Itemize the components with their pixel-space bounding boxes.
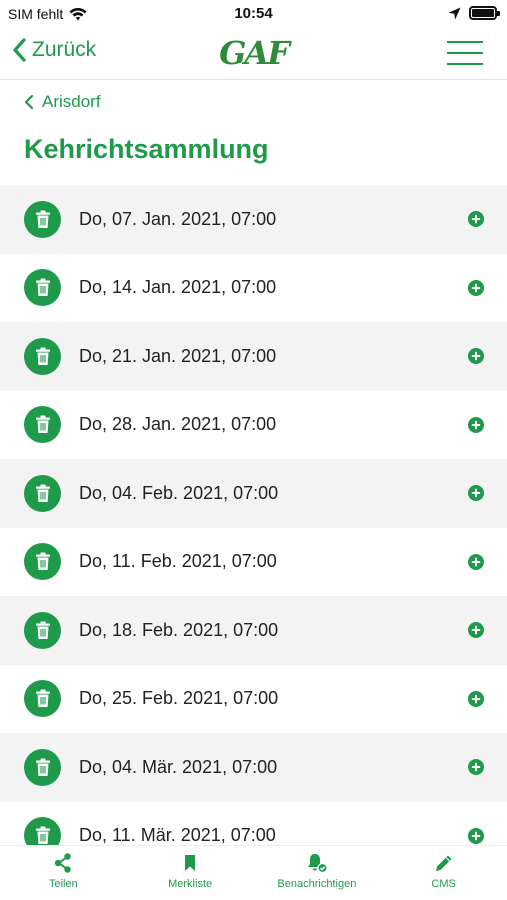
- trash-bin-icon: [24, 611, 61, 649]
- trash-bin-icon: [24, 474, 61, 512]
- tab-teilen[interactable]: Teilen: [0, 846, 127, 900]
- list-item[interactable]: Do, 28. Jan. 2021, 07:00: [0, 391, 507, 460]
- back-label: Zurück: [32, 38, 97, 61]
- gaf-logo: GAF: [219, 34, 290, 72]
- list-item[interactable]: Do, 04. Feb. 2021, 07:00: [0, 459, 507, 528]
- collection-date: Do, 04. Mär. 2021, 07:00: [79, 756, 278, 777]
- add-to-calendar-icon[interactable]: [468, 827, 484, 844]
- add-to-calendar-icon[interactable]: [468, 485, 484, 502]
- tab-cms[interactable]: CMS: [380, 846, 507, 900]
- list-item[interactable]: Do, 25. Feb. 2021, 07:00: [0, 665, 507, 734]
- back-button[interactable]: Zurück: [12, 38, 96, 62]
- collection-date: Do, 07. Jan. 2021, 07:00: [79, 208, 277, 229]
- bookmark-icon: [185, 855, 196, 871]
- list-item[interactable]: Do, 21. Jan. 2021, 07:00: [0, 322, 507, 391]
- battery-icon: [469, 6, 500, 20]
- trash-bin-icon: [24, 406, 61, 444]
- trash-bin-icon: [24, 543, 61, 581]
- list-item[interactable]: Do, 11. Feb. 2021, 07:00: [0, 528, 507, 597]
- collection-date: Do, 11. Feb. 2021, 07:00: [79, 551, 277, 572]
- trash-bin-icon: [24, 269, 61, 307]
- chevron-left-icon: [13, 38, 26, 62]
- tab-bar: Teilen Merkliste Benachrichtigen CMS: [0, 845, 507, 900]
- collection-date: Do, 11. Mär. 2021, 07:00: [79, 825, 276, 846]
- hamburger-menu-icon[interactable]: [447, 41, 483, 67]
- collection-date: Do, 21. Jan. 2021, 07:00: [79, 345, 277, 366]
- tab-label: Merkliste: [168, 878, 213, 890]
- chevron-left-icon: [24, 94, 34, 110]
- collection-date: Do, 14. Jan. 2021, 07:00: [79, 277, 277, 298]
- collection-list: Do, 07. Jan. 2021, 07:00 Do, 14. Jan. 202…: [0, 185, 507, 870]
- add-to-calendar-icon[interactable]: [468, 622, 484, 639]
- collection-date: Do, 25. Feb. 2021, 07:00: [79, 688, 279, 709]
- list-item[interactable]: Do, 18. Feb. 2021, 07:00: [0, 596, 507, 665]
- trash-bin-icon: [24, 748, 61, 786]
- add-to-calendar-icon[interactable]: [468, 416, 484, 433]
- add-to-calendar-icon[interactable]: [468, 348, 484, 365]
- collection-date: Do, 18. Feb. 2021, 07:00: [79, 619, 279, 640]
- collection-date: Do, 28. Jan. 2021, 07:00: [79, 414, 277, 435]
- breadcrumb[interactable]: Arisdorf: [24, 92, 101, 112]
- add-to-calendar-icon[interactable]: [468, 553, 484, 570]
- breadcrumb-label: Arisdorf: [42, 92, 101, 111]
- trash-bin-icon: [24, 337, 61, 375]
- pencil-icon: [435, 855, 452, 871]
- page-title: Kehrichtsammlung: [24, 134, 269, 164]
- tab-benachrichtigen[interactable]: Benachrichtigen: [254, 846, 381, 900]
- tab-label: Teilen: [49, 878, 78, 890]
- add-to-calendar-icon[interactable]: [468, 690, 484, 707]
- trash-bin-icon: [24, 200, 61, 238]
- tab-label: CMS: [431, 878, 456, 890]
- status-bar: SIM fehlt 10:54: [0, 0, 507, 28]
- trash-bin-icon: [24, 680, 61, 718]
- list-item[interactable]: Do, 04. Mär. 2021, 07:00: [0, 733, 507, 802]
- location-arrow-icon: [448, 7, 461, 19]
- collection-date: Do, 04. Feb. 2021, 07:00: [79, 482, 279, 503]
- list-item[interactable]: Do, 07. Jan. 2021, 07:00: [0, 185, 507, 254]
- list-item[interactable]: Do, 14. Jan. 2021, 07:00: [0, 254, 507, 323]
- tab-label: Benachrichtigen: [277, 878, 357, 890]
- add-to-calendar-icon[interactable]: [468, 211, 484, 228]
- add-to-calendar-icon[interactable]: [468, 759, 484, 776]
- bell-check-icon: [307, 854, 328, 874]
- tab-merkliste[interactable]: Merkliste: [127, 846, 254, 900]
- status-right: [448, 6, 500, 20]
- add-to-calendar-icon[interactable]: [468, 279, 484, 296]
- clock: 10:54: [234, 5, 273, 22]
- navigation-bar: Zurück GAF: [0, 28, 507, 80]
- share-icon: [55, 853, 72, 873]
